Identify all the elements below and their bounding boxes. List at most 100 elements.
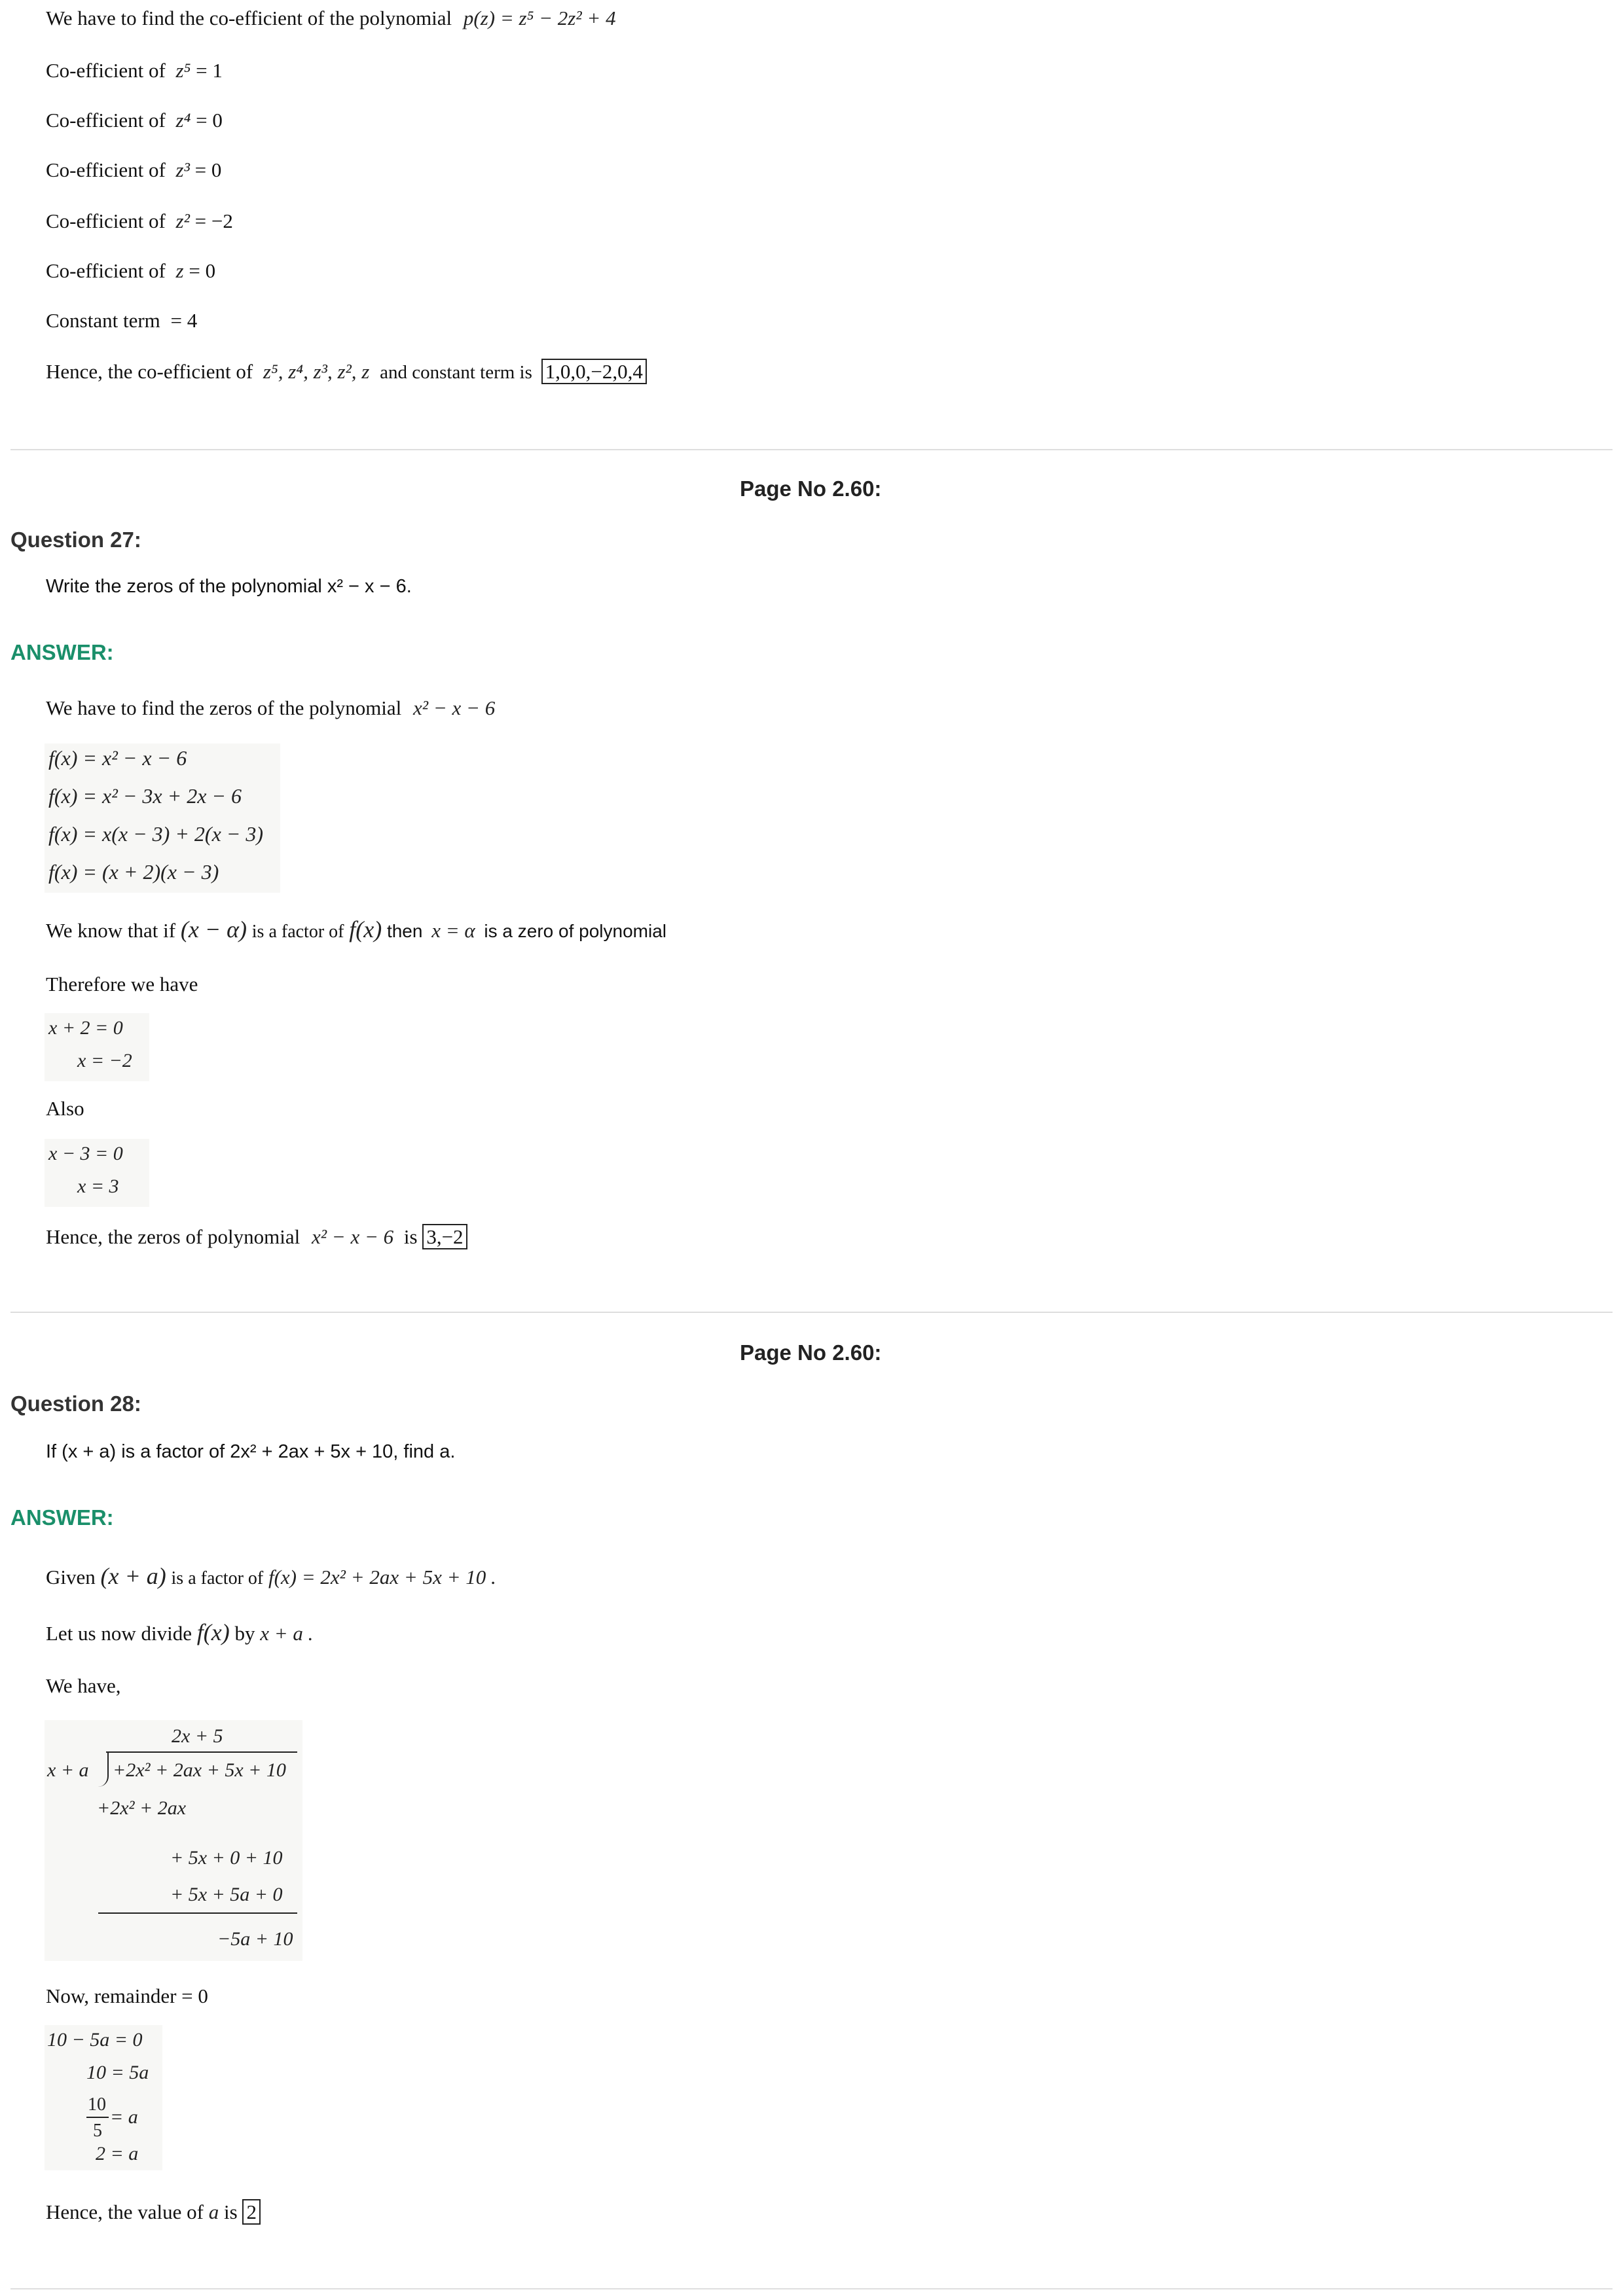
section-divider bbox=[10, 2288, 1613, 2289]
division-subtract: + 5x + 5a + 0 bbox=[170, 1884, 283, 1905]
division-subtract: +2x² + 2ax bbox=[97, 1797, 187, 1819]
hence-text: Hence, the co-efficient of bbox=[46, 360, 253, 383]
division-divisor: x + a bbox=[47, 1759, 89, 1781]
solve-line: 2 = a bbox=[96, 2143, 139, 2164]
q26-constant-row: Constant term = 4 bbox=[46, 308, 197, 334]
division-quotient: 2x + 5 bbox=[172, 1725, 223, 1747]
q26-poly: p(z) = z⁵ − 2z² + 4 bbox=[463, 7, 616, 29]
coef-label: Co-efficient of bbox=[46, 109, 166, 132]
hence-poly: x² − x − 6 bbox=[311, 1225, 394, 1248]
q26-intro-text: We have to find the co-efficient of the … bbox=[46, 7, 452, 29]
constant-value: = 4 bbox=[170, 309, 198, 332]
q26-coef-row: Co-efficient of z² = −2 bbox=[46, 208, 233, 234]
coef-label: Co-efficient of bbox=[46, 259, 166, 282]
q27-hence: Hence, the zeros of polynomial x² − x − … bbox=[46, 1224, 467, 1250]
q28-remainder: Now, remainder = 0 bbox=[46, 1983, 208, 2009]
remainder-value: = 0 bbox=[181, 1984, 208, 2007]
intro-text: We have to find the zeros of the polynom… bbox=[46, 696, 402, 719]
constant-label: Constant term bbox=[46, 309, 160, 332]
solve-block: 10 − 5a = 0 10 = 5a 10 5 = a 2 = a bbox=[45, 2025, 162, 2170]
hence-var: a bbox=[208, 2200, 219, 2223]
know-fx: f(x) bbox=[349, 916, 382, 942]
given-factor: (x + a) bbox=[100, 1563, 166, 1589]
given-text: Given bbox=[46, 1566, 96, 1588]
fraction-denominator: 5 bbox=[93, 2121, 102, 2141]
page-number: Page No 2.60: bbox=[740, 1340, 882, 1365]
document-page: We have to find the co-efficient of the … bbox=[0, 0, 1623, 2296]
long-division-block: 2x + 5 x + a +2x² + 2ax + 5x + 10 +2x² +… bbox=[45, 1720, 302, 1961]
equation-block: x + 2 = 0 x = −2 bbox=[45, 1013, 149, 1081]
answer-box: 2 bbox=[242, 2199, 261, 2225]
intro-poly: x² − x − 6 bbox=[413, 696, 496, 719]
section-divider bbox=[10, 1312, 1613, 1313]
q26-coef-row: Co-efficient of z³ = 0 bbox=[46, 157, 221, 183]
also-text: Also bbox=[46, 1097, 84, 1120]
coef-label: Co-efficient of bbox=[46, 158, 166, 181]
division-gap bbox=[98, 1826, 297, 1827]
coef-term: z bbox=[175, 259, 184, 282]
know-text: is a zero of polynomial bbox=[484, 921, 666, 941]
factor-step: f(x) = (x + 2)(x − 3) bbox=[48, 860, 219, 884]
question-heading: Question 28: bbox=[10, 1391, 141, 1416]
solve-line: = a bbox=[110, 2106, 138, 2128]
coef-value: = 0 bbox=[189, 259, 216, 282]
hence-text: Hence, the value of bbox=[46, 2200, 204, 2223]
hence-is: is bbox=[224, 2200, 238, 2223]
given-text: is a factor of bbox=[171, 1568, 264, 1588]
know-zero: x = α bbox=[431, 919, 475, 942]
division-dividend: +2x² + 2ax + 5x + 10 bbox=[113, 1759, 286, 1781]
coef-value: = 1 bbox=[196, 59, 223, 82]
equation-block: x − 3 = 0 x = 3 bbox=[45, 1139, 149, 1207]
therefore-text: Therefore we have bbox=[46, 973, 198, 996]
q26-coef-row: Co-efficient of z⁴ = 0 bbox=[46, 107, 223, 134]
remainder-text: Now, remainder bbox=[46, 1984, 177, 2007]
q26-intro: We have to find the co-efficient of the … bbox=[46, 5, 616, 31]
answer-box: 1,0,0,−2,0,4 bbox=[541, 359, 647, 384]
division-bracket bbox=[98, 1751, 109, 1787]
fraction-numerator: 10 bbox=[88, 2094, 106, 2115]
factor-step: f(x) = x² − x − 6 bbox=[48, 746, 187, 770]
know-text: then bbox=[386, 921, 423, 941]
solve-line: 10 = 5a bbox=[86, 2062, 149, 2083]
know-text: is a factor of bbox=[251, 922, 344, 942]
q26-coef-row: Co-efficient of z⁵ = 1 bbox=[46, 58, 223, 84]
equation-line: x = 3 bbox=[77, 1175, 119, 1197]
division-bar bbox=[98, 1912, 297, 1914]
fraction-bar bbox=[86, 2117, 109, 2118]
division-bar bbox=[106, 1751, 297, 1753]
q27-intro: We have to find the zeros of the polynom… bbox=[46, 695, 495, 721]
answer-label: ANSWER: bbox=[10, 640, 114, 664]
coef-label: Co-efficient of bbox=[46, 59, 166, 82]
know-text: We know that if bbox=[46, 919, 176, 942]
divide-divisor: x + a . bbox=[260, 1622, 314, 1645]
q26-coef-row: Co-efficient of z = 0 bbox=[46, 258, 215, 284]
q28-given: Given (x + a) is a factor of f(x) = 2x² … bbox=[46, 1563, 496, 1592]
section-divider bbox=[10, 449, 1613, 450]
q26-hence: Hence, the co-efficient of z⁵, z⁴, z³, z… bbox=[46, 359, 647, 386]
equation-line: x = −2 bbox=[77, 1050, 132, 1071]
divide-text: Let us now divide bbox=[46, 1622, 192, 1645]
know-factor: (x − α) bbox=[180, 916, 247, 942]
coef-value: = 0 bbox=[194, 158, 222, 181]
hence-text: Hence, the zeros of polynomial bbox=[46, 1225, 301, 1248]
factorization-block: f(x) = x² − x − 6 f(x) = x² − 3x + 2x − … bbox=[45, 744, 280, 893]
question-text: Write the zeros of the polynomial x² − x… bbox=[46, 576, 412, 597]
answer-box: 3,−2 bbox=[422, 1224, 467, 1249]
hence-is: is bbox=[403, 1225, 418, 1248]
coef-term: z² bbox=[175, 209, 190, 232]
given-function: f(x) = 2x² + 2ax + 5x + 10 . bbox=[268, 1566, 496, 1588]
divide-fx: f(x) bbox=[196, 1619, 230, 1645]
question-heading: Question 27: bbox=[10, 528, 141, 552]
equation-line: x − 3 = 0 bbox=[48, 1143, 123, 1164]
hence-mid: and constant term is bbox=[380, 362, 532, 383]
coef-label: Co-efficient of bbox=[46, 209, 166, 232]
q28-divide: Let us now divide f(x) by x + a . bbox=[46, 1619, 313, 1647]
equation-line: x + 2 = 0 bbox=[48, 1017, 123, 1039]
we-have-text: We have, bbox=[46, 1674, 121, 1697]
division-partial: + 5x + 0 + 10 bbox=[170, 1847, 283, 1869]
hence-terms: z⁵, z⁴, z³, z², z bbox=[263, 360, 370, 383]
coef-term: z³ bbox=[175, 158, 190, 181]
page-number: Page No 2.60: bbox=[740, 476, 882, 501]
factor-step: f(x) = x(x − 3) + 2(x − 3) bbox=[48, 822, 264, 846]
q28-hence: Hence, the value of a is 2 bbox=[46, 2199, 261, 2225]
